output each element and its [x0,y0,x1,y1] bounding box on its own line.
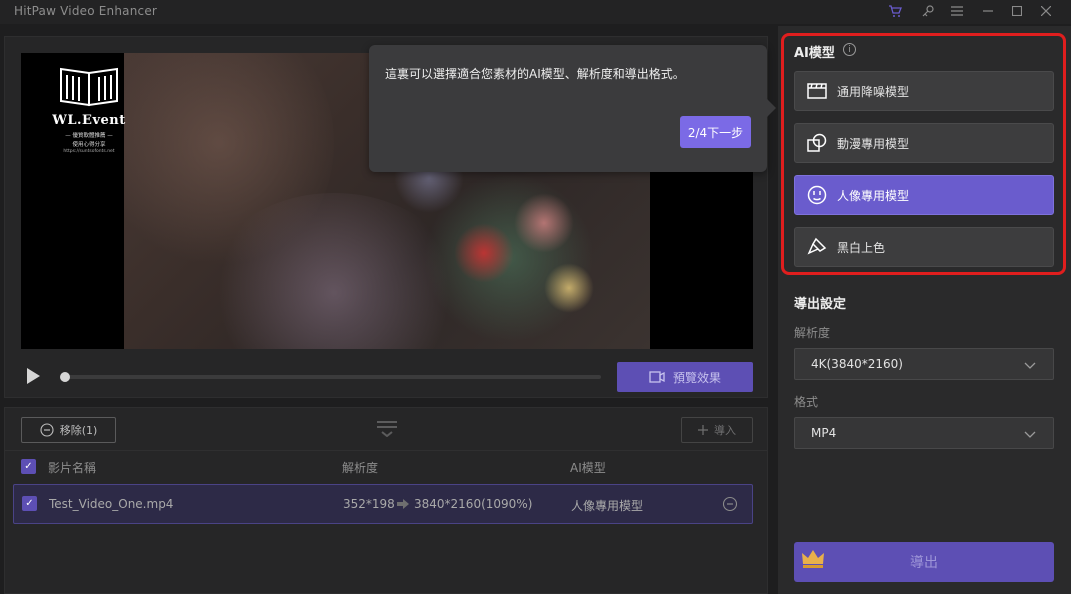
chevron-down-icon [1024,431,1036,438]
face-icon [807,185,827,205]
format-value: MP4 [811,426,837,440]
table-row[interactable]: ✓ Test_Video_One.mp4 352*198 3840*2160(1… [13,484,753,524]
format-select[interactable]: MP4 [794,417,1054,449]
target-resolution: 3840*2160(1090%) [414,497,533,511]
maximize-icon[interactable] [1006,1,1028,21]
export-label: 導出 [910,555,938,571]
file-name: Test_Video_One.mp4 [49,497,174,511]
preview-effect-button[interactable]: 預覽效果 [617,362,753,392]
column-header-name: 影片名稱 [48,461,97,475]
progress-knob[interactable] [60,372,70,382]
column-header-ai-model: AI模型 [570,461,606,475]
export-button[interactable]: 導出 [794,542,1054,582]
import-label: 導入 [714,424,736,437]
paint-brush-icon [807,237,827,255]
model-option-label: 通用降噪模型 [837,84,910,99]
anime-shapes-icon [807,133,827,152]
watermark-line2: 使用心得分享 [72,142,106,148]
remove-row-icon[interactable] [722,496,738,515]
select-all-checkbox[interactable]: ✓ [21,459,36,474]
model-option-colorize[interactable]: 黑白上色 [794,227,1054,267]
resolution-select[interactable]: 4K(3840*2160) [794,348,1054,380]
app-title: HitPaw Video Enhancer [14,4,158,18]
model-option-anime[interactable]: 動漫專用模型 [794,123,1054,163]
watermark-url: https://suntsofonts.net [63,149,115,154]
remove-button[interactable]: 移除(1) [21,417,116,443]
watermark-logo: WL.Event — 優質軟體推薦 — 使用心得分享 https://sunts… [41,67,125,157]
watermark-line1: — 優質軟體推薦 — [65,133,113,139]
model-option-denoise[interactable]: 通用降噪模型 [794,71,1054,111]
tooltip-arrow [766,98,776,118]
guide-tooltip-text: 這裏可以選擇適合您素材的AI模型、解析度和導出格式。 [385,67,685,81]
file-list-panel: 移除(1) 導入 ✓ 影片名稱 解析度 AI模型 ✓ Test_Video_On… [4,407,768,594]
info-icon[interactable]: i [843,43,856,56]
export-settings-title: 導出設定 [794,297,847,312]
guide-tooltip: 這裏可以選擇適合您素材的AI模型、解析度和導出格式。 2/4下一步 [369,45,767,172]
plus-icon [698,425,708,435]
model-option-portrait[interactable]: 人像專用模型 [794,175,1054,215]
minus-circle-icon [40,423,54,437]
model-option-label: 黑白上色 [837,240,886,255]
format-label: 格式 [794,395,819,409]
arrow-right-icon [397,498,409,512]
minimize-icon[interactable] [977,1,999,21]
model-option-label: 動漫專用模型 [837,136,910,151]
play-button[interactable] [25,367,41,385]
tooltip-next-button[interactable]: 2/4下一步 [680,116,751,148]
close-icon[interactable] [1035,1,1057,21]
watermark-name: WL.Event [52,113,126,128]
crown-icon [802,550,824,568]
resolution-label: 解析度 [794,326,831,340]
menu-icon[interactable] [946,1,968,21]
video-camera-icon [649,371,665,383]
collapse-icon[interactable] [375,419,399,438]
divider [5,450,767,451]
row-checkbox[interactable]: ✓ [22,496,37,511]
chevron-down-icon [1024,362,1036,369]
row-ai-model: 人像專用模型 [571,499,644,513]
source-resolution: 352*198 [343,497,395,511]
import-button[interactable]: 導入 [681,417,753,443]
ai-model-title: AI模型 [794,46,835,61]
title-bar: HitPaw Video Enhancer [0,0,1071,24]
model-option-label: 人像專用模型 [837,188,910,203]
progress-track[interactable] [65,375,601,379]
film-icon [807,83,827,99]
key-icon[interactable] [917,1,939,21]
column-header-resolution: 解析度 [342,461,379,475]
resolution-value: 4K(3840*2160) [811,357,903,371]
preview-effect-label: 預覽效果 [672,370,721,385]
play-icon [27,368,40,384]
remove-label: 移除(1) [59,424,98,437]
cart-icon[interactable] [884,1,906,21]
